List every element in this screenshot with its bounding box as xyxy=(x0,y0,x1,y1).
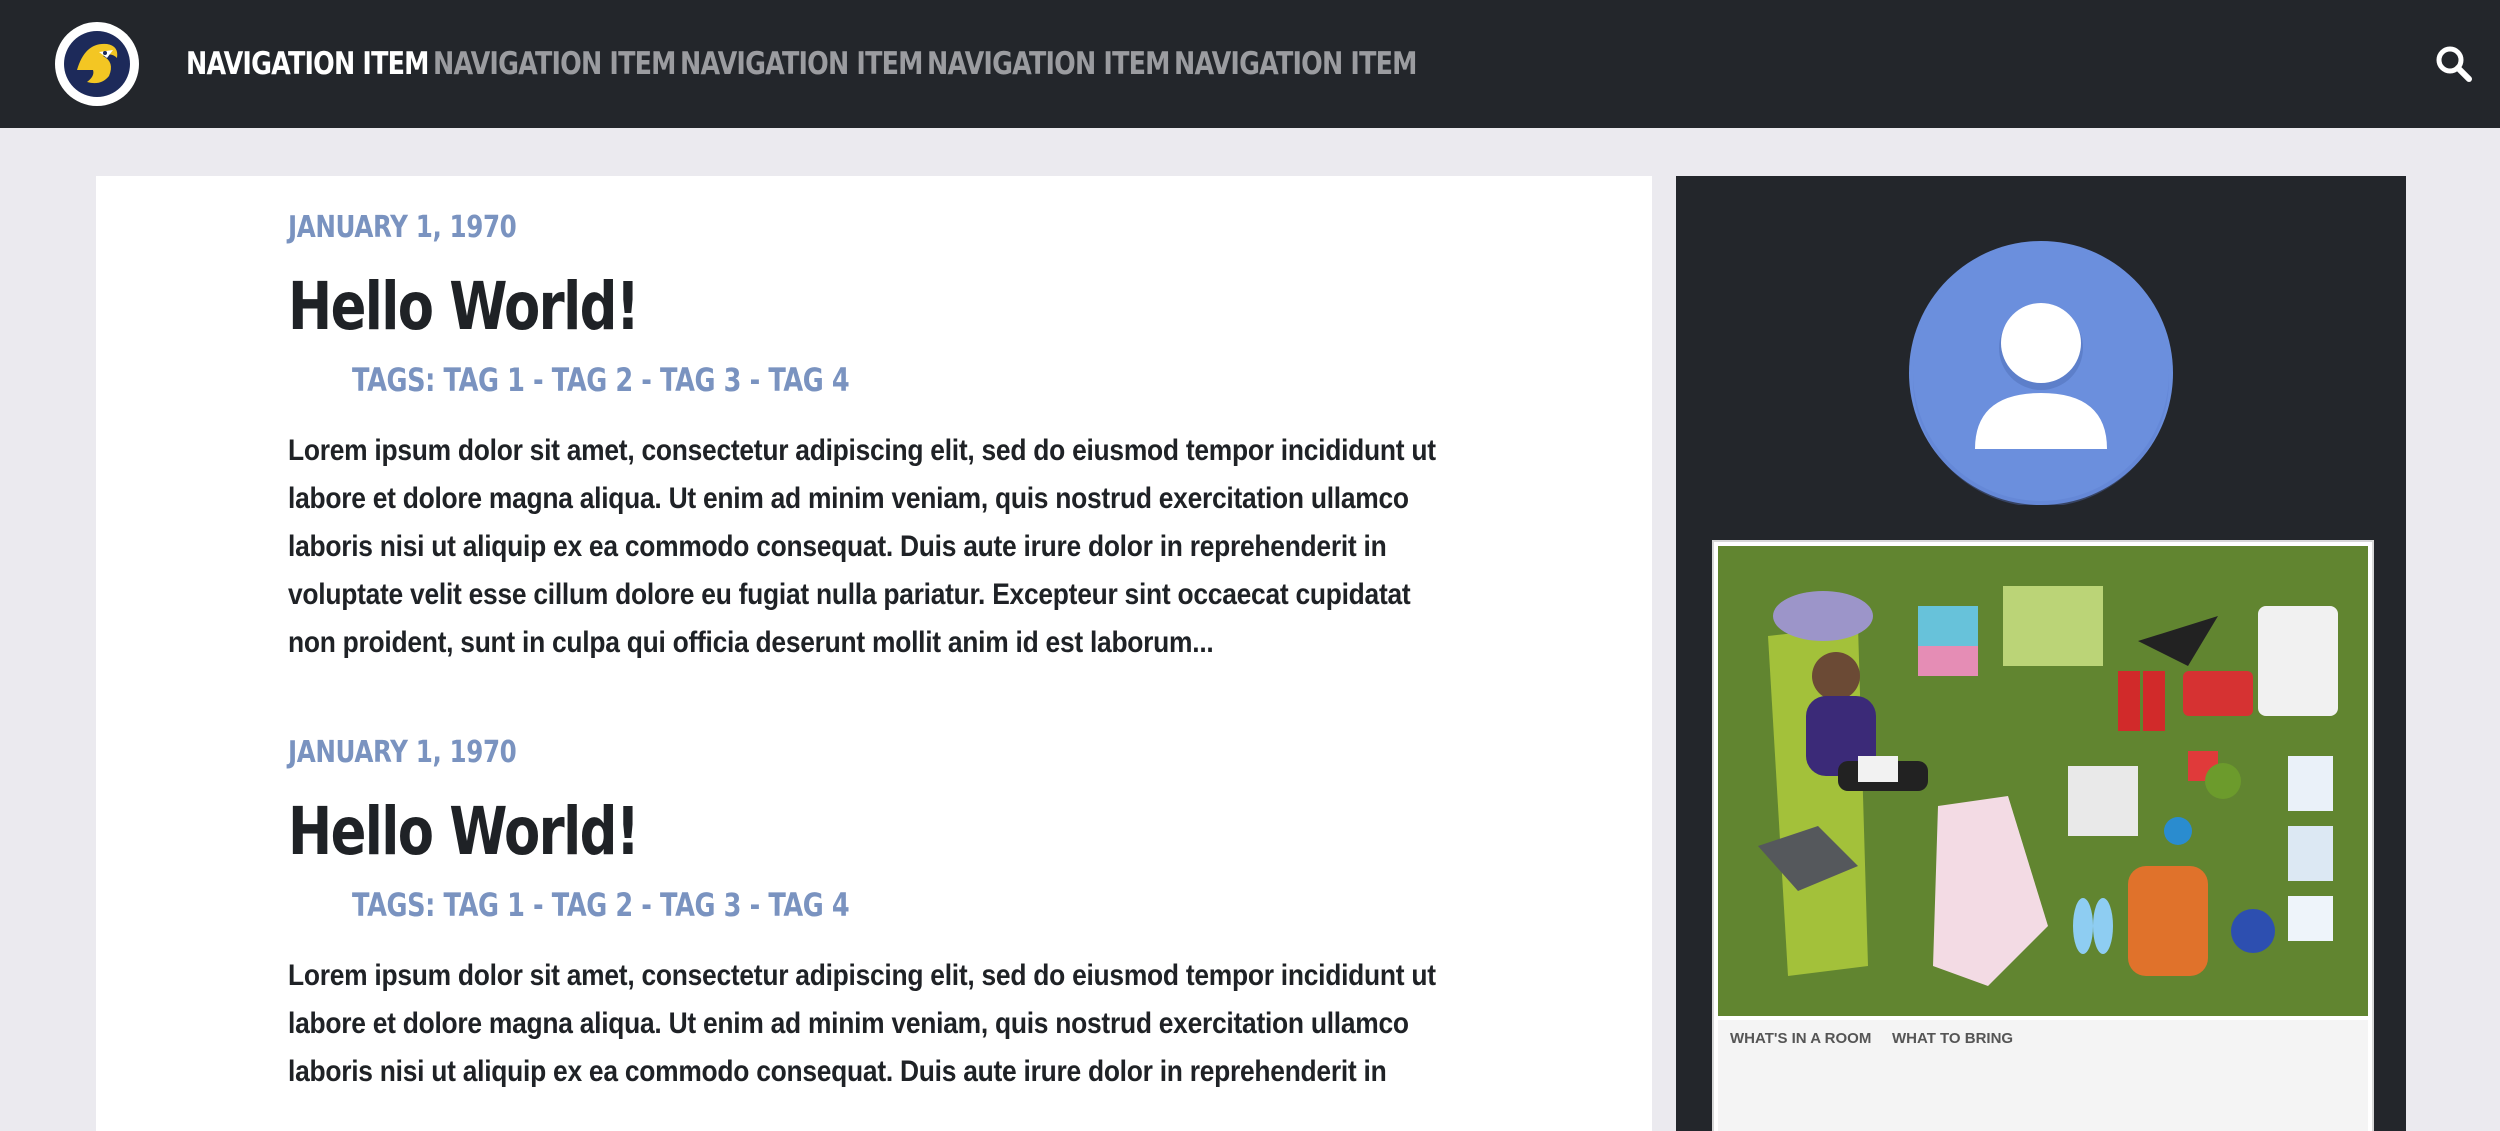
nav-item-1[interactable]: NAVIGATION ITEM xyxy=(186,46,429,82)
post-tags[interactable]: TAGS: TAG 1 - TAG 2 - TAG 3 - TAG 4 xyxy=(352,886,1285,924)
packing-list: WHAT'S IN A ROOM WHAT TO BRING xyxy=(1718,1020,2368,1131)
packing-heading-bring: WHAT TO BRING xyxy=(1892,1030,2014,1047)
post-list: JANUARY 1, 1970 Hello World! TAGS: TAG 1… xyxy=(96,176,1652,1131)
packing-photo xyxy=(1718,546,2368,1016)
post-excerpt: Lorem ipsum dolor sit amet, consectetur … xyxy=(288,959,1436,1088)
post-item: JANUARY 1, 1970 Hello World! TAGS: TAG 1… xyxy=(288,735,1518,1096)
search-icon[interactable] xyxy=(2434,44,2474,84)
sidebar: WHAT'S IN A ROOM WHAT TO BRING xyxy=(1676,176,2406,1131)
nav-item-2[interactable]: NAVIGATION ITEM xyxy=(433,46,676,82)
packing-heading-room: WHAT'S IN A ROOM xyxy=(1730,1030,1872,1047)
post-date: JANUARY 1, 1970 xyxy=(288,210,517,245)
nav-item-3[interactable]: NAVIGATION ITEM xyxy=(680,46,923,82)
nav-item-5[interactable]: NAVIGATION ITEM xyxy=(1174,46,1417,82)
user-avatar-icon[interactable] xyxy=(1909,241,2173,507)
main-nav: NAVIGATION ITEM NAVIGATION ITEM NAVIGATI… xyxy=(186,36,1421,92)
top-navigation-bar: NAVIGATION ITEM NAVIGATION ITEM NAVIGATI… xyxy=(0,0,2500,128)
post-date: JANUARY 1, 1970 xyxy=(288,735,517,770)
post-item: JANUARY 1, 1970 Hello World! TAGS: TAG 1… xyxy=(288,210,1518,667)
dorm-packing-image: WHAT'S IN A ROOM WHAT TO BRING xyxy=(1712,540,2374,1131)
post-title[interactable]: Hello World! xyxy=(288,267,1272,347)
post-excerpt: Lorem ipsum dolor sit amet, consectetur … xyxy=(288,434,1436,659)
post-tags[interactable]: TAGS: TAG 1 - TAG 2 - TAG 3 - TAG 4 xyxy=(352,361,1285,399)
nav-item-4[interactable]: NAVIGATION ITEM xyxy=(927,46,1170,82)
post-title[interactable]: Hello World! xyxy=(288,792,1272,872)
mascot-logo[interactable] xyxy=(55,22,139,106)
